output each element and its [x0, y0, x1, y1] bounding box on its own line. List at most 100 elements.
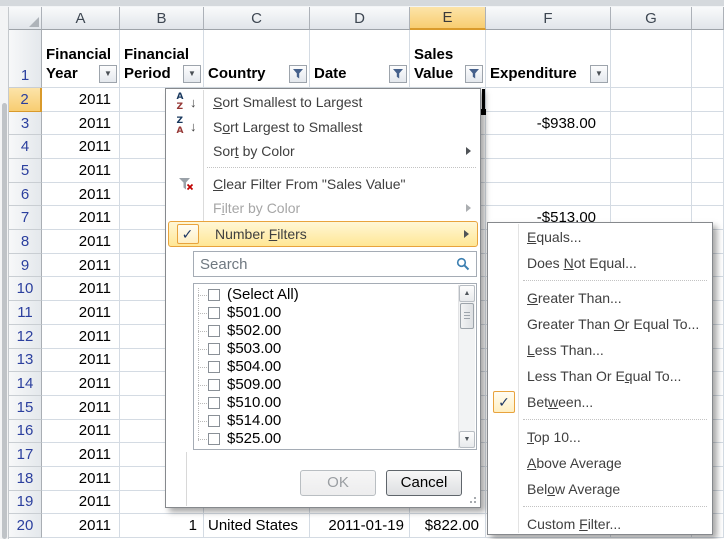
cell-expenditure[interactable]	[486, 135, 611, 159]
column-header-b[interactable]: B	[120, 7, 204, 30]
filter-value-item-503-00[interactable]: $503.00	[194, 340, 458, 358]
submenu-item-greater-than[interactable]: Greater Than...	[489, 285, 711, 311]
checkbox[interactable]	[208, 361, 220, 373]
cell-financial-year[interactable]: 2011	[42, 467, 120, 491]
filter-value-item-partial[interactable]	[194, 448, 458, 449]
row-header-17[interactable]: 17	[9, 443, 42, 467]
cell-h1[interactable]	[692, 30, 724, 88]
menu-item-sort-smallest-to-largest[interactable]: AZ↓ Sort Smallest to Largest	[167, 90, 479, 115]
checkbox[interactable]	[208, 307, 220, 319]
cell-e1-sales-value[interactable]: Sales Value	[410, 30, 486, 88]
checkbox[interactable]	[208, 433, 220, 445]
cell-financial-period[interactable]: 1	[120, 514, 204, 538]
select-all-corner[interactable]	[9, 7, 42, 30]
cell-g[interactable]	[611, 159, 692, 183]
cell-financial-year[interactable]: 2011	[42, 301, 120, 325]
filter-value-item-514-00[interactable]: $514.00	[194, 412, 458, 430]
filter-value-item-509-00[interactable]: $509.00	[194, 376, 458, 394]
row-header-15[interactable]: 15	[9, 396, 42, 420]
cell-expenditure[interactable]: -$938.00	[486, 112, 611, 136]
column-header-g[interactable]: G	[611, 7, 692, 30]
scrollbar-thumb[interactable]	[460, 303, 474, 329]
column-header-a[interactable]: A	[42, 7, 120, 30]
row-header-16[interactable]: 16	[9, 420, 42, 444]
filter-button-sales-value[interactable]	[465, 65, 483, 83]
scrollbar-down-button[interactable]: ▼	[459, 431, 475, 448]
submenu-item-custom-filter[interactable]: Custom Filter...	[489, 511, 711, 537]
cell-d1-date[interactable]: Date	[310, 30, 410, 88]
cell-c1-country[interactable]: Country	[204, 30, 310, 88]
filter-value-item-510-00[interactable]: $510.00	[194, 394, 458, 412]
checkbox[interactable]	[208, 343, 220, 355]
cell-financial-year[interactable]: 2011	[42, 396, 120, 420]
submenu-item-between[interactable]: ✓ Between...	[489, 389, 711, 415]
cell-financial-year[interactable]: 2011	[42, 112, 120, 136]
checkbox[interactable]	[208, 289, 220, 301]
cell-g1[interactable]	[611, 30, 692, 88]
filter-button-date[interactable]	[389, 65, 407, 83]
cell-expenditure[interactable]	[486, 88, 611, 112]
submenu-item-less-than[interactable]: Less Than...	[489, 337, 711, 363]
cell-expenditure[interactable]	[486, 159, 611, 183]
filter-value-item-501-00[interactable]: $501.00	[194, 304, 458, 322]
row-header-8[interactable]: 8	[9, 230, 42, 254]
submenu-item-greater-than-or-equal-to[interactable]: Greater Than Or Equal To...	[489, 311, 711, 337]
column-header-e-selected[interactable]: E	[410, 7, 486, 30]
filter-button-country[interactable]	[289, 65, 307, 83]
filter-button-financial-year[interactable]: ▼	[99, 65, 117, 83]
cell-financial-year[interactable]: 2011	[42, 88, 120, 112]
filter-button-financial-period[interactable]: ▼	[183, 65, 201, 83]
filter-value-item-525-00[interactable]: $525.00	[194, 430, 458, 448]
submenu-item-equals[interactable]: Equals...	[489, 224, 711, 250]
menu-item-sort-by-color[interactable]: Sort by Color	[167, 139, 479, 164]
cell-f1-expenditure[interactable]: Expenditure ▼	[486, 30, 611, 88]
row-header-9[interactable]: 9	[9, 254, 42, 278]
cell-financial-year[interactable]: 2011	[42, 183, 120, 207]
row-header-7[interactable]: 7	[9, 206, 42, 230]
ok-button[interactable]: OK	[300, 470, 376, 496]
submenu-item-does-not-equal[interactable]: Does Not Equal...	[489, 250, 711, 276]
row-header-14[interactable]: 14	[9, 372, 42, 396]
submenu-item-below-average[interactable]: Below Average	[489, 476, 711, 502]
checkbox[interactable]	[208, 415, 220, 427]
cell-financial-year[interactable]: 2011	[42, 514, 120, 538]
row-header-10[interactable]: 10	[9, 277, 42, 301]
checkbox[interactable]	[208, 397, 220, 409]
cancel-button[interactable]: Cancel	[386, 470, 462, 496]
row-header-19[interactable]: 19	[9, 491, 42, 515]
cell-h[interactable]	[692, 183, 724, 207]
submenu-item-less-than-or-equal-to[interactable]: Less Than Or Equal To...	[489, 363, 711, 389]
submenu-item-top-10[interactable]: Top 10...	[489, 424, 711, 450]
row-header-11[interactable]: 11	[9, 301, 42, 325]
row-header-20[interactable]: 20	[9, 514, 42, 538]
row-header-2[interactable]: 2	[9, 88, 42, 112]
cell-financial-year[interactable]: 2011	[42, 420, 120, 444]
cell-financial-year[interactable]: 2011	[42, 325, 120, 349]
cell-a1-financial-year[interactable]: Financial Year ▼	[42, 30, 120, 88]
cell-h[interactable]	[692, 135, 724, 159]
cell-h[interactable]	[692, 112, 724, 136]
row-header-18[interactable]: 18	[9, 467, 42, 491]
cell-g[interactable]	[611, 135, 692, 159]
cell-financial-year[interactable]: 2011	[42, 159, 120, 183]
checkbox[interactable]	[208, 379, 220, 391]
cell-financial-year[interactable]: 2011	[42, 254, 120, 278]
scrollbar-track[interactable]: ▲ ▼	[458, 285, 475, 448]
cell-g[interactable]	[611, 112, 692, 136]
cell-g[interactable]	[611, 183, 692, 207]
menu-item-number-filters[interactable]: ✓ Number Filters	[168, 221, 478, 247]
cell-h[interactable]	[692, 159, 724, 183]
cell-country[interactable]: United States	[204, 514, 310, 538]
cell-g[interactable]	[611, 88, 692, 112]
cell-h[interactable]	[692, 88, 724, 112]
cell-financial-year[interactable]: 2011	[42, 206, 120, 230]
checkbox[interactable]	[208, 325, 220, 337]
scrollbar-up-button[interactable]: ▲	[459, 285, 475, 302]
column-header-c[interactable]: C	[204, 7, 310, 30]
row-header-13[interactable]: 13	[9, 349, 42, 373]
resize-grip[interactable]	[467, 494, 477, 504]
cell-financial-year[interactable]: 2011	[42, 230, 120, 254]
filter-value-item-502-00[interactable]: $502.00	[194, 322, 458, 340]
row-header-3[interactable]: 3	[9, 112, 42, 136]
cell-financial-year[interactable]: 2011	[42, 349, 120, 373]
